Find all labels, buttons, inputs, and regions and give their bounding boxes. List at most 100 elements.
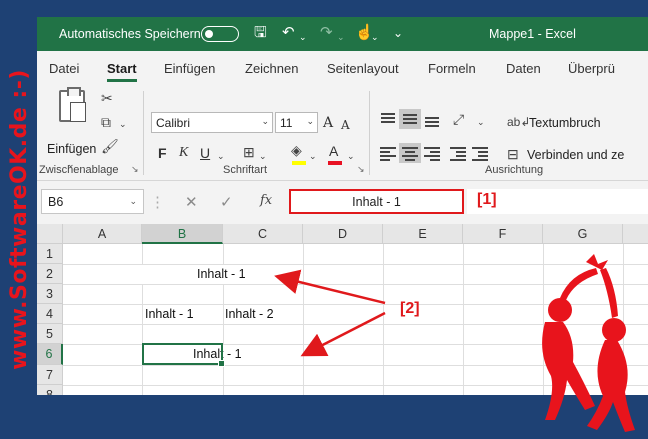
grow-font-icon[interactable]: A [323,115,333,131]
decrease-indent-button[interactable] [447,143,469,163]
align-left-button[interactable] [377,143,399,163]
tab-start[interactable]: Start [107,61,137,82]
undo-dropdown-icon[interactable]: ⌄ [299,29,307,45]
row-header-3[interactable]: 3 [37,284,63,304]
font-name-value: Calibri [156,116,191,130]
merge-center-icon[interactable]: ⊟ [507,147,519,161]
align-middle-button[interactable] [399,109,421,129]
font-size-select[interactable]: 11 ⌄ [275,112,318,133]
orientation-icon[interactable]: ⤢ [453,112,464,126]
font-color-icon[interactable]: A [329,143,338,159]
worksheet-grid[interactable]: A B C D E F G 1 2 3 4 5 6 7 8 Inhalt - 1 [37,224,648,395]
font-color-dropdown-icon[interactable]: ⌄ [347,149,355,163]
tab-daten[interactable]: Daten [506,61,541,76]
align-bottom-button[interactable] [421,109,443,129]
font-group-label: Schriftart [223,164,268,176]
tab-einfuegen[interactable]: Einfügen [164,61,215,76]
column-header-d[interactable]: D [303,224,383,244]
underline-button[interactable]: U [200,145,210,161]
font-name-select[interactable]: Calibri ⌄ [151,112,273,133]
column-header-c[interactable]: C [223,224,303,244]
paste-icon[interactable] [59,87,86,122]
tab-ueberpruefen[interactable]: Überprü [568,61,615,76]
fill-color-dropdown-icon[interactable]: ⌄ [309,149,317,163]
formula-input[interactable]: Inhalt - 1 [289,189,464,214]
group-separator [143,91,144,175]
insert-function-icon[interactable]: fx [260,193,272,208]
italic-button[interactable]: K [179,145,188,161]
merge-center-button[interactable]: Verbinden und ze [527,148,624,162]
column-header-a[interactable]: A [63,224,142,244]
chevron-down-icon: ⌄ [129,196,137,206]
cancel-icon[interactable]: ✕ [185,193,198,211]
align-right-button[interactable] [421,143,443,163]
wrap-text-button[interactable]: Textumbruch [529,116,601,130]
tab-formeln[interactable]: Formeln [428,61,476,76]
align-center-button[interactable] [399,143,421,163]
increase-indent-button[interactable] [469,143,491,163]
name-box[interactable]: B6 ⌄ [41,189,144,214]
gridline [623,244,624,395]
row-header-8[interactable]: 8 [37,385,63,395]
font-size-value: 11 [280,116,293,130]
alignment-group-label: Ausrichtung [485,164,544,176]
touch-dropdown-icon[interactable]: ⌄ [371,29,379,45]
watermark-text: www.SoftwareOK.de :-) [6,68,32,370]
save-icon[interactable]: 🖫 [254,25,267,41]
autosave-label: Automatisches Speichern [59,27,201,41]
row-header-4[interactable]: 4 [37,304,63,324]
format-painter-icon[interactable]: 🖌 [101,139,119,153]
row-header-7[interactable]: 7 [37,365,63,385]
row-header-2[interactable]: 2 [37,264,63,284]
row-header-5[interactable]: 5 [37,324,63,344]
paste-button[interactable]: Einfügen [47,142,96,156]
autosave-toggle[interactable] [201,26,239,42]
cut-icon[interactable]: ✂ [101,91,113,105]
gridline [223,365,224,395]
cell-c4[interactable]: Inhalt - 2 [225,307,274,321]
gridline [463,244,464,395]
document-title: Mappe1 - Excel [489,27,576,41]
gridline [383,244,384,395]
tab-zeichnen[interactable]: Zeichnen [245,61,298,76]
fill-color-icon[interactable]: ◈ [291,143,302,157]
gridline [63,284,648,285]
borders-icon[interactable]: ⊞ [243,145,255,159]
copy-dropdown-icon[interactable]: ⌄ [119,117,127,131]
column-header-f[interactable]: F [463,224,543,244]
customize-toolbar-icon[interactable]: ⌄ [393,25,403,41]
annotation-2: [2] [400,300,420,317]
select-all-button[interactable] [37,224,63,244]
gridline [63,324,648,325]
column-header-h[interactable] [623,224,648,244]
orientation-dropdown-icon[interactable]: ⌄ [477,115,485,129]
tab-datei[interactable]: Datei [49,61,79,76]
underline-dropdown-icon[interactable]: ⌄ [217,149,225,163]
undo-icon[interactable]: ↶ [282,25,295,41]
gridline [543,244,544,395]
tab-seitenlayout[interactable]: Seitenlayout [327,61,399,76]
enter-icon[interactable]: ✓ [220,193,233,211]
redo-dropdown-icon: ⌄ [337,32,345,42]
cell-b4[interactable]: Inhalt - 1 [145,307,194,321]
copy-icon[interactable]: ⧉ [101,115,111,129]
column-header-e[interactable]: E [383,224,463,244]
wrap-text-icon[interactable]: ab↲ [507,115,530,129]
cell-b2[interactable]: Inhalt - 1 [197,267,246,281]
font-launcher-icon[interactable]: ↘ [357,164,365,175]
options-dots-icon: ⋮ [150,194,165,211]
shrink-font-icon[interactable]: A [341,117,350,133]
chevron-down-icon: ⌄ [306,116,314,126]
gridline [63,385,648,386]
gridline [142,244,143,264]
borders-dropdown-icon[interactable]: ⌄ [259,149,267,163]
column-header-g[interactable]: G [543,224,623,244]
align-top-button[interactable] [377,109,399,129]
row-header-1[interactable]: 1 [37,244,63,264]
clipboard-launcher-icon[interactable]: ↘ [131,164,139,175]
column-header-b[interactable]: B [142,224,223,244]
row-header-6[interactable]: 6 [37,344,63,365]
bold-button[interactable]: F [158,145,167,161]
gridline [142,365,143,395]
active-cell-b6[interactable] [142,343,225,367]
